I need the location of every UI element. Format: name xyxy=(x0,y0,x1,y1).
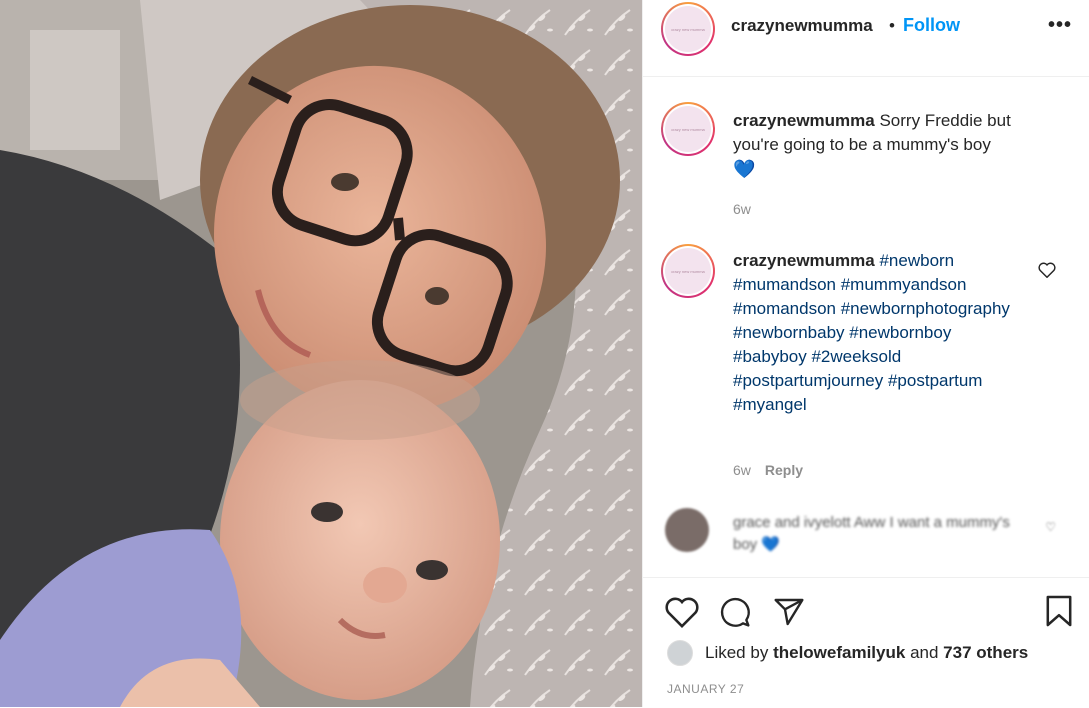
blue-heart-emoji: 💙 xyxy=(733,159,756,179)
photo-illustration xyxy=(0,0,642,707)
avatar-logo-text: crazy new mumma xyxy=(671,126,705,132)
likes-prefix: Liked by xyxy=(705,643,769,662)
action-bar: Liked by thelowefamilyuk and 737 others … xyxy=(643,577,1089,708)
post-header: crazy new mumma crazynewmumma • Follow •… xyxy=(643,0,1089,77)
share-icon[interactable] xyxy=(773,596,805,628)
bookmark-icon[interactable] xyxy=(1045,594,1073,628)
comment-meta: 6w Reply xyxy=(733,462,803,478)
comment-text: grace and ivyelott Aww I want a mummy's … xyxy=(733,512,1033,556)
post-side-panel: crazy new mumma crazynewmumma • Follow •… xyxy=(642,0,1089,707)
liker-username[interactable]: thelowefamilyuk xyxy=(773,643,905,663)
avatar-logo-text: crazy new mumma xyxy=(671,268,705,274)
follow-button[interactable]: Follow xyxy=(903,15,960,36)
comment-username[interactable]: grace and ivyelott xyxy=(733,514,851,531)
comment-text: crazynewmumma #newborn #mumandson #mummy… xyxy=(733,249,1013,417)
more-icon[interactable]: ••• xyxy=(1048,14,1072,37)
caption-avatar[interactable]: crazy new mumma xyxy=(661,102,715,156)
hashtag-list[interactable]: #newborn #mumandson #mummyandson #momand… xyxy=(733,251,1010,414)
caption-username[interactable]: crazynewmumma xyxy=(733,111,875,130)
liker-avatar[interactable] xyxy=(667,640,693,666)
likes-summary: Liked by thelowefamilyuk and 737 others xyxy=(667,640,1028,666)
commenter-avatar[interactable] xyxy=(665,508,709,552)
blue-heart-emoji: 💙 xyxy=(761,536,781,553)
heart-icon[interactable] xyxy=(665,596,699,628)
comment-username[interactable]: crazynewmumma xyxy=(733,251,875,270)
comment-avatar[interactable]: crazy new mumma xyxy=(661,244,715,298)
caption-age: 6w xyxy=(733,201,751,217)
reply-button[interactable]: Reply xyxy=(765,462,803,478)
author-username[interactable]: crazynewmumma xyxy=(731,16,873,36)
author-avatar[interactable]: crazy new mumma xyxy=(661,2,715,56)
post-date: JANUARY 27 xyxy=(667,682,745,696)
likes-and: and xyxy=(910,643,939,662)
heart-icon[interactable] xyxy=(1038,262,1056,278)
comment-age: 6w xyxy=(733,462,751,478)
caption-text: crazynewmumma Sorry Freddie but you're g… xyxy=(733,109,1033,182)
avatar-logo-text: crazy new mumma xyxy=(671,26,705,32)
likes-count[interactable]: 737 others xyxy=(943,643,1028,663)
separator-dot: • xyxy=(889,16,895,35)
comment-icon[interactable] xyxy=(719,596,751,628)
post-photo[interactable] xyxy=(0,0,642,707)
heart-icon[interactable]: ♡ xyxy=(1045,520,1056,534)
